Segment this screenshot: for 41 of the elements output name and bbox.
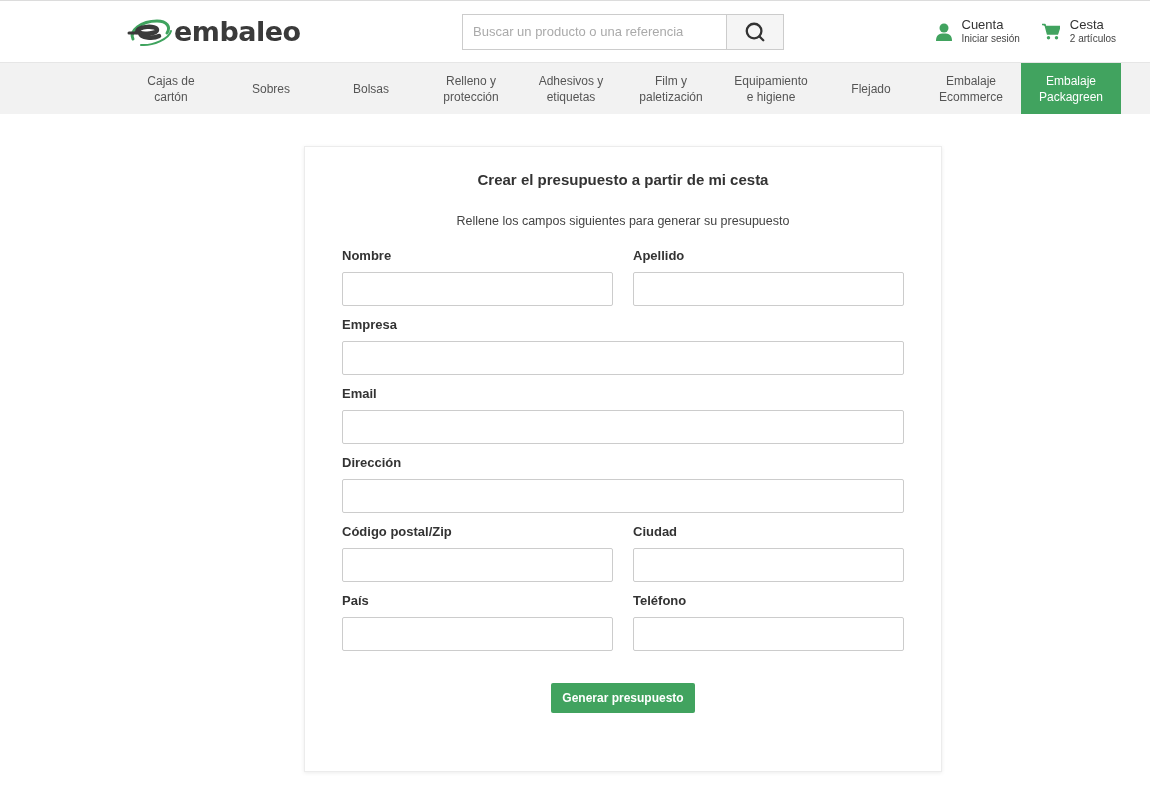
user-icon	[935, 22, 952, 41]
field-label: Teléfono	[633, 592, 687, 610]
category-tab[interactable]: Embalaje Ecommerce	[921, 63, 1021, 114]
category-tab[interactable]: Cajas de cartón	[121, 63, 221, 114]
link-title: Cuenta	[961, 17, 1005, 34]
category-tab[interactable]: Film y paletización	[621, 63, 721, 114]
link-subtitle: 2 artículos	[1069, 33, 1116, 46]
field-label: Ciudad	[633, 523, 678, 541]
field-label: Dirección	[342, 454, 402, 472]
input-field[interactable]	[342, 548, 613, 582]
search-icon	[744, 20, 766, 43]
field-label: Apellido	[633, 247, 685, 265]
category-tab[interactable]: Relleno y protección	[421, 63, 521, 114]
field-label: País	[342, 592, 369, 610]
logo-wordmark[interactable]: embaleo	[174, 18, 301, 45]
category-tab[interactable]: Bolsas	[321, 63, 421, 114]
input-field[interactable]	[342, 341, 904, 375]
link-title: Cesta	[1069, 17, 1105, 34]
category-tab[interactable]: Flejado	[821, 63, 921, 114]
input-field[interactable]	[342, 410, 904, 444]
account-link[interactable]: Cuenta Iniciar sesión	[935, 17, 1020, 46]
input-field[interactable]	[633, 617, 904, 651]
field-label: Email	[342, 385, 377, 403]
input-field[interactable]	[633, 272, 904, 306]
cart-link[interactable]: Cesta 2 artículos	[1041, 17, 1116, 46]
category-tab[interactable]: Sobres	[221, 63, 321, 114]
field-label: Código postal/Zip	[342, 523, 452, 541]
input-field[interactable]	[633, 548, 904, 582]
link-subtitle: Iniciar sesión	[961, 33, 1020, 46]
form-subtitle: Rellene los campos siguientes para generar su presupuesto	[455, 213, 791, 230]
form-title: Crear el presupuesto a partir de mi cesta	[476, 170, 770, 190]
input-field[interactable]	[342, 617, 613, 651]
search-button[interactable]	[727, 13, 784, 50]
category-tab[interactable]: Adhesivos y etiquetas	[521, 63, 621, 114]
search-field[interactable]: Buscar un producto o una referencia	[462, 13, 727, 50]
shopping-cart-icon	[1041, 23, 1060, 40]
input-field[interactable]	[342, 272, 613, 306]
field-label: Empresa	[342, 316, 397, 334]
input-field[interactable]	[342, 479, 904, 513]
category-tab[interactable]: Equipamiento e higiene	[721, 63, 821, 114]
field-label: Nombre	[342, 247, 392, 265]
